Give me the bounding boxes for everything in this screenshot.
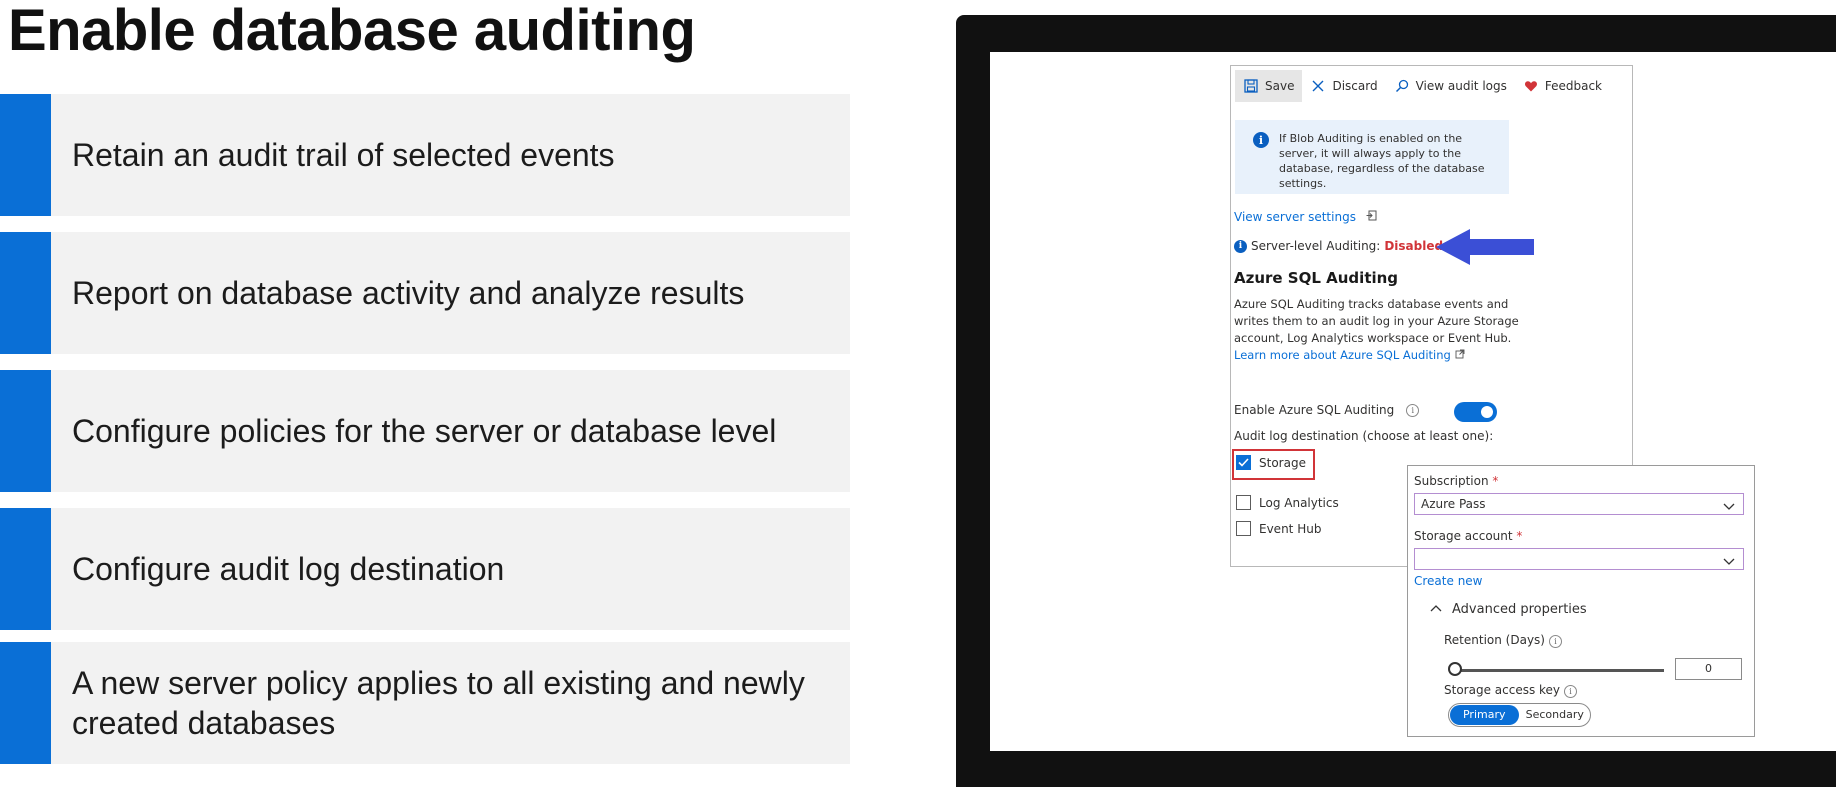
chevron-down-icon: [1723, 553, 1735, 573]
navigate-icon: [1366, 210, 1377, 224]
bullet-item: Configure audit log destination: [0, 508, 850, 630]
chevron-up-icon: [1430, 602, 1442, 617]
access-key-label-text: Storage access key: [1444, 683, 1561, 697]
section-description: Azure SQL Auditing tracks database event…: [1234, 296, 1524, 364]
info-message: If Blob Auditing is enabled on the serve…: [1279, 132, 1485, 190]
close-icon: [1310, 78, 1326, 94]
save-button[interactable]: Save: [1235, 70, 1303, 102]
bullet-accent-bar: [0, 232, 51, 354]
storage-account-label: Storage account *: [1414, 529, 1522, 543]
bullet-accent-bar: [0, 642, 51, 764]
event-hub-checkbox[interactable]: [1236, 521, 1251, 536]
toggle-knob: [1481, 406, 1493, 418]
feedback-button[interactable]: Feedback: [1515, 70, 1610, 102]
subscription-label: Subscription *: [1414, 474, 1498, 488]
server-level-auditing-status: i Server-level Auditing: Disabled: [1234, 239, 1443, 253]
info-banner: i If Blob Auditing is enabled on the ser…: [1235, 120, 1509, 194]
annotation-arrow-icon: [1436, 229, 1534, 265]
advanced-properties-toggle[interactable]: Advanced properties: [1430, 602, 1587, 617]
info-icon: i: [1549, 635, 1562, 648]
storage-account-label-text: Storage account: [1414, 529, 1513, 543]
log-analytics-label: Log Analytics: [1259, 495, 1339, 510]
log-analytics-checkbox-row[interactable]: Log Analytics: [1236, 495, 1339, 510]
view-audit-logs-label: View audit logs: [1415, 79, 1507, 93]
create-new-link[interactable]: Create new: [1414, 574, 1483, 588]
bullet-text: Retain an audit trail of selected events: [72, 137, 615, 173]
bullet-accent-bar: [0, 508, 51, 630]
toolbar: Save Discard View audit logs Feedback: [1231, 66, 1632, 106]
view-server-settings-label: View server settings: [1234, 210, 1356, 224]
bullet-item: A new server policy applies to all exist…: [0, 642, 850, 764]
subscription-label-text: Subscription: [1414, 474, 1489, 488]
enable-auditing-label: Enable Azure SQL Auditing: [1234, 403, 1395, 417]
retention-slider-track[interactable]: [1454, 669, 1664, 672]
chevron-down-icon: [1723, 498, 1735, 518]
discard-button[interactable]: Discard: [1302, 70, 1385, 102]
feedback-label: Feedback: [1544, 79, 1603, 93]
server-level-status: Disabled: [1384, 239, 1444, 253]
event-hub-checkbox-row[interactable]: Event Hub: [1236, 521, 1321, 536]
storage-highlight-box: [1232, 449, 1315, 480]
storage-account-dropdown[interactable]: [1414, 548, 1744, 570]
bullet-accent-bar: [0, 94, 51, 216]
enable-auditing-toggle[interactable]: [1454, 402, 1497, 422]
audit-destination-label: Audit log destination (choose at least o…: [1234, 429, 1494, 443]
section-title: Azure SQL Auditing: [1234, 269, 1399, 287]
advanced-properties-label: Advanced properties: [1452, 602, 1587, 617]
view-server-settings-link[interactable]: View server settings: [1234, 210, 1377, 224]
retention-days-input[interactable]: 0: [1675, 658, 1742, 680]
bullet-item: Report on database activity and analyze …: [0, 232, 850, 354]
event-hub-label: Event Hub: [1259, 521, 1322, 536]
bullet-accent-bar: [0, 370, 51, 492]
storage-settings-panel: Subscription * Azure Pass Storage accoun…: [1407, 465, 1755, 737]
secondary-key-option[interactable]: Secondary: [1521, 705, 1590, 725]
subscription-dropdown[interactable]: Azure Pass: [1414, 493, 1744, 515]
heart-icon: [1523, 78, 1539, 94]
subscription-value: Azure Pass: [1421, 497, 1486, 511]
primary-key-option[interactable]: Primary: [1450, 705, 1519, 725]
discard-label: Discard: [1332, 79, 1378, 93]
external-link-icon: [1455, 348, 1465, 362]
info-icon: i: [1253, 132, 1269, 148]
retention-label: Retention (Days) i: [1444, 633, 1562, 648]
access-key-label: Storage access key i: [1444, 683, 1578, 698]
view-audit-logs-button[interactable]: View audit logs: [1386, 70, 1515, 102]
bullet-item: Configure policies for the server or dat…: [0, 370, 850, 492]
log-analytics-checkbox[interactable]: [1236, 495, 1251, 510]
access-key-toggle[interactable]: Primary Secondary: [1448, 703, 1591, 727]
info-icon: i: [1234, 239, 1247, 253]
bullet-item: Retain an audit trail of selected events: [0, 94, 850, 216]
bullet-text: A new server policy applies to all exist…: [72, 665, 805, 741]
slide-title: Enable database auditing: [8, 0, 696, 63]
server-level-label: Server-level Auditing:: [1251, 239, 1381, 253]
save-icon: [1243, 78, 1259, 94]
bullet-text: Configure policies for the server or dat…: [72, 413, 777, 449]
info-icon: i: [1564, 685, 1578, 698]
description-text: Azure SQL Auditing tracks database event…: [1234, 297, 1519, 345]
bullet-text: Configure audit log destination: [72, 551, 505, 587]
save-label: Save: [1265, 79, 1295, 93]
learn-more-link[interactable]: Learn more about Azure SQL Auditing: [1234, 348, 1451, 362]
search-icon: [1394, 78, 1410, 94]
enable-auditing-row: Enable Azure SQL Auditing i: [1234, 403, 1420, 417]
retention-slider-thumb[interactable]: [1448, 662, 1462, 676]
required-marker: *: [1492, 474, 1499, 488]
info-icon: i: [1406, 403, 1420, 417]
retention-label-text: Retention (Days): [1444, 633, 1545, 647]
bullet-text: Report on database activity and analyze …: [72, 275, 745, 311]
required-marker: *: [1516, 529, 1523, 543]
